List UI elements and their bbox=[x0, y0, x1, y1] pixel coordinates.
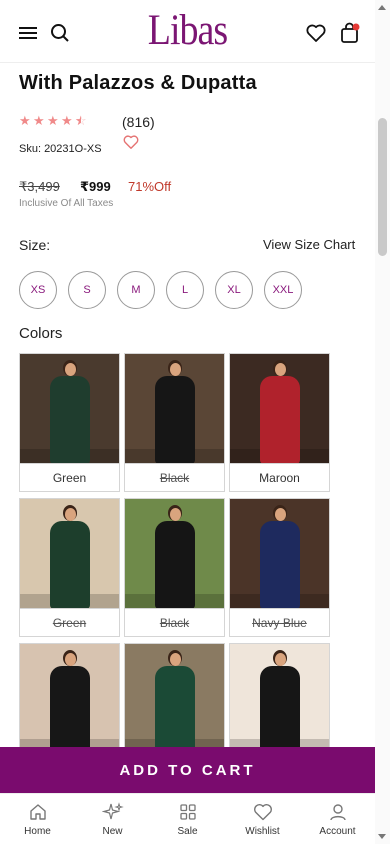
model-face bbox=[275, 653, 286, 666]
color-swatch-grid: Green Black Maroon Green Black Navy Blue bbox=[19, 353, 330, 753]
size-chart-link[interactable]: View Size Chart bbox=[263, 237, 355, 252]
grid-icon bbox=[179, 804, 196, 820]
app-header: Libas bbox=[0, 0, 375, 63]
nav-home[interactable]: Home bbox=[0, 794, 75, 844]
model-face bbox=[65, 363, 76, 376]
half-star-icon: ★ ☆ bbox=[75, 113, 87, 128]
star-icon: ★ bbox=[61, 113, 73, 128]
user-icon bbox=[329, 804, 346, 821]
color-swatch-black-2[interactable]: Black bbox=[124, 498, 225, 637]
color-swatch-green-2[interactable]: Green bbox=[19, 498, 120, 637]
model-outfit bbox=[260, 666, 300, 753]
wishlist-heart-icon[interactable] bbox=[303, 20, 329, 46]
model-outfit bbox=[155, 666, 195, 753]
swatch-label: Maroon bbox=[230, 463, 329, 491]
rating-stars: ★ ★ ★ ★ ★ ☆ bbox=[19, 113, 87, 128]
scroll-up-icon[interactable] bbox=[378, 5, 386, 10]
size-option-xl[interactable]: XL bbox=[215, 271, 253, 309]
model-outfit bbox=[155, 376, 195, 463]
color-swatch-8[interactable] bbox=[124, 643, 225, 753]
sparkle-icon bbox=[101, 802, 124, 820]
product-image bbox=[125, 354, 224, 463]
model-face bbox=[65, 653, 76, 666]
product-image bbox=[230, 644, 329, 753]
product-image bbox=[230, 354, 329, 463]
model-face bbox=[275, 508, 286, 521]
nav-label: Sale bbox=[177, 826, 198, 837]
size-heading: Size: bbox=[19, 237, 51, 253]
tax-note: Inclusive Of All Taxes bbox=[19, 198, 114, 209]
color-swatch-black[interactable]: Black bbox=[124, 353, 225, 492]
star-icon: ★ bbox=[47, 113, 59, 128]
size-option-l[interactable]: L bbox=[166, 271, 204, 309]
heart-icon bbox=[253, 804, 272, 821]
size-option-s[interactable]: S bbox=[68, 271, 106, 309]
sale-price: ₹999 bbox=[80, 179, 111, 194]
swatch-label: Black bbox=[125, 463, 224, 491]
model-outfit bbox=[155, 521, 195, 608]
review-count[interactable]: (816) bbox=[122, 114, 155, 130]
scrollbar[interactable] bbox=[375, 0, 390, 844]
product-image bbox=[20, 644, 119, 753]
shopping-bag-icon[interactable] bbox=[337, 20, 363, 46]
color-swatch-9[interactable] bbox=[229, 643, 330, 753]
size-option-xs[interactable]: XS bbox=[19, 271, 57, 309]
model-face bbox=[170, 508, 181, 521]
swatch-label: Navy Blue bbox=[230, 608, 329, 636]
model-face bbox=[65, 508, 76, 521]
color-swatch-7[interactable] bbox=[19, 643, 120, 753]
product-image bbox=[20, 354, 119, 463]
swatch-label: Black bbox=[125, 608, 224, 636]
home-icon bbox=[29, 804, 46, 820]
product-sku: Sku: 20231O-XS bbox=[19, 143, 102, 155]
bottom-navigation: Home New Sale Wishlist Account bbox=[0, 793, 375, 844]
add-to-cart-button[interactable]: ADD TO CART bbox=[0, 747, 375, 793]
size-selector: XS S M L XL XXL bbox=[19, 271, 302, 309]
colors-heading: Colors bbox=[19, 325, 63, 342]
product-image bbox=[125, 644, 224, 753]
nav-label: Home bbox=[24, 826, 51, 837]
color-swatch-navy-blue[interactable]: Navy Blue bbox=[229, 498, 330, 637]
size-option-xxl[interactable]: XXL bbox=[264, 271, 302, 309]
swatch-label: Green bbox=[20, 463, 119, 491]
model-outfit bbox=[50, 666, 90, 753]
nav-label: New bbox=[102, 826, 123, 837]
model-face bbox=[170, 653, 181, 666]
product-image bbox=[230, 499, 329, 608]
nav-wishlist[interactable]: Wishlist bbox=[225, 794, 300, 844]
model-face bbox=[275, 363, 286, 376]
model-outfit bbox=[260, 376, 300, 463]
nav-sale[interactable]: Sale bbox=[150, 794, 225, 844]
product-title: With Palazzos & Dupatta bbox=[19, 72, 257, 94]
product-image bbox=[20, 499, 119, 608]
color-swatch-maroon[interactable]: Maroon bbox=[229, 353, 330, 492]
wishlist-heart-icon[interactable] bbox=[123, 135, 139, 154]
model-outfit bbox=[260, 521, 300, 608]
original-price: ₹3,499 bbox=[19, 179, 60, 194]
star-icon: ★ bbox=[19, 113, 31, 128]
scrollbar-thumb[interactable] bbox=[378, 118, 387, 256]
nav-label: Account bbox=[319, 826, 356, 837]
product-image bbox=[125, 499, 224, 608]
color-swatch-green[interactable]: Green bbox=[19, 353, 120, 492]
swatch-label: Green bbox=[20, 608, 119, 636]
model-face bbox=[170, 363, 181, 376]
model-outfit bbox=[50, 521, 90, 608]
nav-new[interactable]: New bbox=[75, 794, 150, 844]
star-icon: ★ bbox=[33, 113, 45, 128]
size-option-m[interactable]: M bbox=[117, 271, 155, 309]
discount-badge: 71%Off bbox=[128, 179, 172, 194]
scroll-down-icon[interactable] bbox=[378, 834, 386, 839]
nav-account[interactable]: Account bbox=[300, 794, 375, 844]
model-outfit bbox=[50, 376, 90, 463]
nav-label: Wishlist bbox=[245, 826, 280, 837]
